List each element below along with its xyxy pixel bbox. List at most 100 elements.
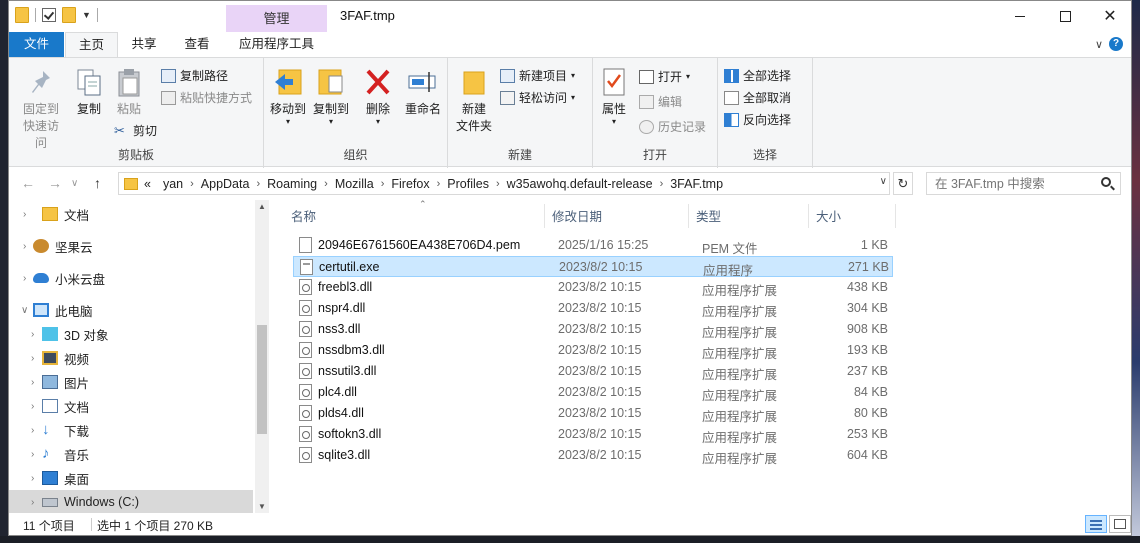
scrollbar-thumb[interactable] [257,325,267,434]
column-header-type[interactable]: 类型 [696,200,721,230]
tab-file[interactable]: 文件 [9,32,64,57]
minimize-button[interactable] [997,1,1043,32]
new-folder-icon[interactable] [62,7,76,23]
breadcrumb-chevron-icon[interactable]: › [496,178,500,190]
back-arrow-icon[interactable]: ← [21,175,35,191]
nav-item-windows-drive[interactable]: › Windows (C:) [9,490,253,514]
expand-chevron-icon[interactable]: › [31,329,34,340]
expand-chevron-icon[interactable]: › [31,353,34,364]
forward-arrow-icon[interactable]: → [48,175,62,191]
file-row[interactable]: 20946E6761560EA438E706D4.pem 2025/1/16 15… [293,235,893,256]
copy-path-button[interactable]: 复制路径 [161,67,228,84]
copy-button[interactable]: 复制 [71,68,107,118]
breadcrumb-appdata[interactable]: AppData [201,177,250,191]
customize-toolbar-dropdown[interactable]: ▼ [82,10,91,20]
breadcrumb-mozilla[interactable]: Mozilla [335,177,374,191]
breadcrumb-roaming[interactable]: Roaming [267,177,317,191]
move-to-button[interactable]: 移动到 ▾ [268,66,308,126]
breadcrumb-profile-folder[interactable]: w35awohq.default-release [507,177,653,191]
expand-chevron-icon[interactable]: › [31,473,34,484]
history-button[interactable]: 历史记录 [639,118,706,135]
expand-chevron-icon[interactable]: › [23,209,26,220]
breadcrumb-chevron-icon[interactable]: › [660,178,664,190]
rename-button[interactable]: 重命名 [402,66,444,118]
expand-chevron-icon[interactable]: › [31,449,34,460]
breadcrumb-chevron-icon[interactable]: › [381,178,385,190]
nav-item-music[interactable]: › ♪ 音乐 [9,442,253,466]
nav-item-pictures[interactable]: › 图片 [9,370,253,394]
refresh-button[interactable]: ↻ [893,172,913,195]
file-row[interactable]: nssutil3.dll 2023/8/2 10:15 应用程序扩展 237 KB [293,361,893,382]
paste-button[interactable]: 粘贴 [110,68,148,118]
properties-button[interactable]: 属性 ▾ [597,66,631,126]
paste-shortcut-button[interactable]: 粘贴快捷方式 [161,89,252,106]
expand-chevron-icon[interactable]: › [31,425,34,436]
nav-item-xiaomi-cloud[interactable]: › 小米云盘 [9,266,253,290]
large-icons-view-button[interactable] [1109,515,1131,533]
maximize-button[interactable] [1042,1,1088,32]
column-header-size[interactable]: 大小 [816,200,841,230]
collapse-chevron-icon[interactable]: ∨ [21,305,28,316]
invert-selection-button[interactable]: 反向选择 [724,111,791,128]
tab-view[interactable]: 查看 [171,32,223,57]
search-icon[interactable] [1101,177,1111,187]
tab-application-tools[interactable]: 应用程序工具 [226,32,327,57]
file-row[interactable]: plc4.dll 2023/8/2 10:15 应用程序扩展 84 KB [293,382,893,403]
edit-button[interactable]: 编辑 [639,93,682,110]
nav-item-desktop[interactable]: › 桌面 [9,466,253,490]
expand-chevron-icon[interactable]: › [31,401,34,412]
nav-item-this-pc[interactable]: ∨ 此电脑 [9,298,253,322]
delete-button[interactable]: 删除 ▾ [361,66,395,126]
file-row[interactable]: softokn3.dll 2023/8/2 10:15 应用程序扩展 253 KB [293,424,893,445]
breadcrumb-yan[interactable]: yan [163,177,183,191]
folder-icon[interactable] [15,7,29,23]
navigation-scrollbar[interactable]: ▲ ▼ [255,200,269,513]
expand-chevron-icon[interactable]: › [23,241,26,252]
tab-home[interactable]: 主页 [65,32,118,58]
pin-to-quick-access-button[interactable]: 固定到快速访问 [14,68,68,152]
scroll-up-arrow-icon[interactable]: ▲ [258,202,266,211]
new-folder-button[interactable]: 新建 文件夹 [454,66,494,135]
file-row[interactable]: certutil.exe 2023/8/2 10:15 应用程序 271 KB [293,256,893,278]
search-input[interactable] [926,172,1121,195]
help-icon[interactable]: ? [1109,37,1123,51]
expand-chevron-icon[interactable]: › [31,497,34,508]
breadcrumb-chevron-icon[interactable]: › [324,178,328,190]
properties-check-icon[interactable] [42,8,56,22]
breadcrumb-chevron-icon[interactable]: › [437,178,441,190]
select-none-button[interactable]: 全部取消 [724,89,791,106]
tab-share[interactable]: 共享 [119,32,169,57]
breadcrumb-firefox[interactable]: Firefox [391,177,429,191]
address-dropdown-icon[interactable]: ∨ [880,176,887,187]
recent-locations-dropdown[interactable]: ∨ [71,178,78,189]
address-bar[interactable]: « yan › AppData › Roaming › Mozilla › Fi… [118,172,890,195]
select-all-button[interactable]: 全部选择 [724,67,791,84]
column-header-date[interactable]: 修改日期 [552,200,602,230]
new-item-button[interactable]: 新建项目 ▾ [500,67,575,84]
copy-to-button[interactable]: 复制到 ▾ [311,66,351,126]
details-view-button[interactable] [1085,515,1107,533]
column-divider[interactable] [808,204,809,228]
column-divider[interactable] [688,204,689,228]
file-row[interactable]: nssdbm3.dll 2023/8/2 10:15 应用程序扩展 193 KB [293,340,893,361]
manage-context-tab[interactable]: 管理 [226,5,327,32]
open-button[interactable]: 打开 ▾ [639,68,690,85]
file-row[interactable]: freebl3.dll 2023/8/2 10:15 应用程序扩展 438 KB [293,277,893,298]
column-header-name[interactable]: 名称 [291,200,316,230]
nav-item-3d-objects[interactable]: › 3D 对象 [9,322,253,346]
file-row[interactable]: nspr4.dll 2023/8/2 10:15 应用程序扩展 304 KB [293,298,893,319]
expand-chevron-icon[interactable]: › [23,273,26,284]
nav-item-videos[interactable]: › 视频 [9,346,253,370]
file-row[interactable]: nss3.dll 2023/8/2 10:15 应用程序扩展 908 KB [293,319,893,340]
breadcrumb-current-folder[interactable]: 3FAF.tmp [670,177,723,191]
expand-ribbon-icon[interactable]: ∨ [1095,38,1103,51]
nav-item-documents-quick[interactable]: › 文档 [9,202,253,226]
file-row[interactable]: plds4.dll 2023/8/2 10:15 应用程序扩展 80 KB [293,403,893,424]
breadcrumb-profiles[interactable]: Profiles [447,177,489,191]
expand-chevron-icon[interactable]: › [31,377,34,388]
breadcrumb-chevron-icon[interactable]: › [256,178,260,190]
nav-item-downloads[interactable]: › ↓ 下载 [9,418,253,442]
scroll-down-arrow-icon[interactable]: ▼ [258,502,266,511]
close-button[interactable]: ✕ [1087,1,1131,32]
cut-button[interactable]: ✂ 剪切 [114,122,157,139]
